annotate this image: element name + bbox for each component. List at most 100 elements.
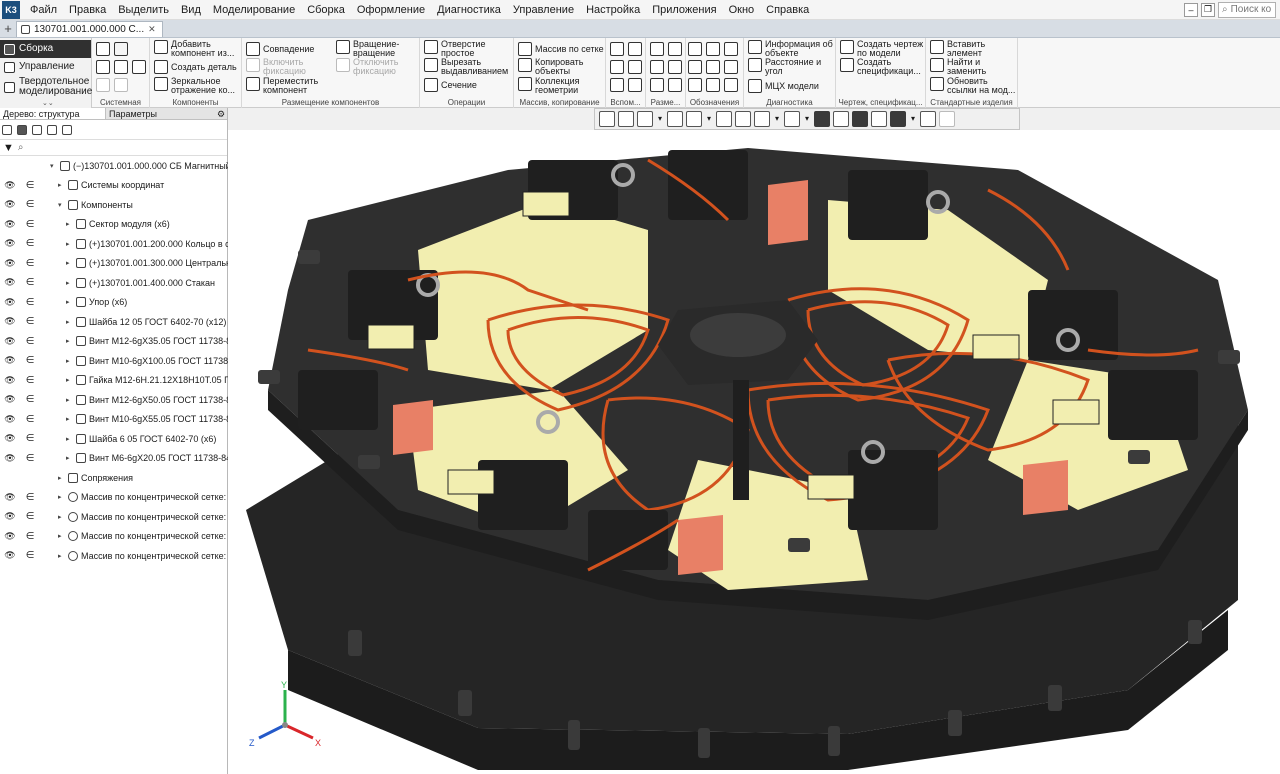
expand-icon[interactable]: ▸ bbox=[58, 181, 65, 189]
menu-assembly[interactable]: Сборка bbox=[301, 0, 351, 20]
collapse-icon[interactable]: ▾ bbox=[50, 162, 57, 170]
close-tab-icon[interactable]: ✕ bbox=[148, 24, 156, 35]
tree-node[interactable]: 👁 ∈ ▸ Массив по концентрической сетке: bbox=[0, 488, 228, 508]
pan-icon[interactable] bbox=[667, 111, 683, 127]
include-icon[interactable]: ∈ bbox=[24, 355, 36, 366]
tree-node[interactable]: ▾ (−)130701.001.000.000 СБ Магнитный м bbox=[0, 156, 228, 176]
gear-icon[interactable]: ⚙ bbox=[215, 108, 227, 119]
radial-dim-icon[interactable] bbox=[650, 60, 664, 74]
grid-array-button[interactable]: Массив по сетке bbox=[518, 42, 604, 56]
tree-node[interactable]: 👁 ∈ ▸ Массив по концентрической сетке: bbox=[0, 507, 228, 527]
perspective-icon[interactable] bbox=[784, 111, 800, 127]
visibility-eye-icon[interactable]: 👁 bbox=[4, 531, 16, 542]
tab-parameters[interactable]: Параметры bbox=[106, 108, 160, 119]
object-info-button[interactable]: Информация об объекте bbox=[748, 40, 837, 58]
tree-node[interactable]: 👁 ∈ ▸ Винт М10-6gX55.05 ГОСТ 11738-84 bbox=[0, 410, 228, 430]
mass-properties-button[interactable]: МЦХ модели bbox=[748, 79, 819, 93]
ribbon-tab-assembly[interactable]: Сборка bbox=[0, 40, 91, 58]
expand-icon[interactable]: ▸ bbox=[66, 318, 73, 326]
tree-node[interactable]: 👁 ∈ ▾ Компоненты bbox=[0, 195, 228, 215]
base-icon[interactable] bbox=[688, 60, 702, 74]
section-view-icon[interactable] bbox=[833, 111, 849, 127]
include-icon[interactable]: ∈ bbox=[24, 316, 36, 327]
tree-node[interactable]: 👁 ∈ ▸ (+)130701.001.400.000 Стакан bbox=[0, 273, 228, 293]
save-icon[interactable] bbox=[132, 60, 146, 74]
perspective-dropdown-icon[interactable]: ▾ bbox=[803, 111, 811, 127]
expand-icon[interactable]: ▸ bbox=[66, 435, 73, 443]
weld-icon[interactable] bbox=[688, 78, 702, 92]
expand-icon[interactable]: ▸ bbox=[66, 259, 73, 267]
expand-icon[interactable]: ▸ bbox=[66, 357, 73, 365]
copy-objects-button[interactable]: Копировать объекты bbox=[518, 58, 591, 76]
include-icon[interactable]: ∈ bbox=[24, 433, 36, 444]
line-icon[interactable] bbox=[628, 60, 642, 74]
zoom-icon[interactable] bbox=[637, 111, 653, 127]
visibility-eye-icon[interactable]: 👁 bbox=[4, 258, 16, 269]
tree-node[interactable]: 👁 ∈ ▸ Винт М6-6gX20.05 ГОСТ 11738-84 ( bbox=[0, 449, 228, 469]
visibility-eye-icon[interactable]: 👁 bbox=[4, 550, 16, 561]
tree-node[interactable]: 👁 ∈ ▸ Винт М12-6gX35.05 ГОСТ 11738-84 bbox=[0, 332, 228, 352]
menu-help[interactable]: Справка bbox=[760, 0, 815, 20]
include-icon[interactable]: ∈ bbox=[24, 219, 36, 230]
create-drawing-button[interactable]: Создать чертеж по модели bbox=[840, 40, 925, 58]
tolerance-icon[interactable] bbox=[724, 42, 738, 56]
filter-icon[interactable]: ▼ bbox=[3, 142, 14, 154]
expand-icon[interactable]: ▸ bbox=[66, 454, 73, 462]
tree-view-icon[interactable] bbox=[32, 124, 42, 135]
cut-line-icon[interactable] bbox=[706, 78, 720, 92]
rotation-rotation-button[interactable]: Вращение-вращение bbox=[336, 40, 419, 58]
point-icon[interactable] bbox=[610, 60, 624, 74]
include-icon[interactable]: ∈ bbox=[24, 375, 36, 386]
tree-node[interactable]: 👁 ∈ ▸ Шайба 6 05 ГОСТ 6402-70 (x6) bbox=[0, 429, 228, 449]
chamfer-dim-icon[interactable] bbox=[668, 78, 682, 92]
tree-node[interactable]: 👁 ∈ ▸ Шайба 12 05 ГОСТ 6402-70 (x12) bbox=[0, 312, 228, 332]
menu-management[interactable]: Управление bbox=[507, 0, 580, 20]
expand-icon[interactable]: ▸ bbox=[66, 279, 73, 287]
ribbon-tab-management[interactable]: Управление bbox=[0, 58, 91, 76]
insert-element-button[interactable]: Вставить элемент bbox=[930, 40, 1013, 58]
include-icon[interactable]: ∈ bbox=[24, 238, 36, 249]
preview-icon[interactable] bbox=[114, 60, 128, 74]
hide-icon[interactable] bbox=[754, 111, 770, 127]
include-icon[interactable]: ∈ bbox=[24, 199, 36, 210]
position-icon[interactable] bbox=[706, 60, 720, 74]
wireframe-icon[interactable] bbox=[735, 111, 751, 127]
linear-dim-icon[interactable] bbox=[650, 42, 664, 56]
tree-node[interactable]: 👁 ∈ ▸ Сектор модуля (x6) bbox=[0, 215, 228, 235]
simple-hole-button[interactable]: Отверстие простое bbox=[424, 40, 511, 58]
angular-dim-icon[interactable] bbox=[668, 42, 682, 56]
orientation-icon[interactable] bbox=[599, 111, 615, 127]
visibility-eye-icon[interactable]: 👁 bbox=[4, 433, 16, 444]
include-icon[interactable]: ∈ bbox=[24, 394, 36, 405]
mark-icon[interactable] bbox=[724, 60, 738, 74]
menu-design[interactable]: Оформление bbox=[351, 0, 431, 20]
shaded-icon[interactable] bbox=[716, 111, 732, 127]
standard-views-icon[interactable] bbox=[618, 111, 634, 127]
axis-icon[interactable] bbox=[628, 42, 642, 56]
rotate-dropdown-icon[interactable]: ▾ bbox=[705, 111, 713, 127]
new-doc-icon[interactable] bbox=[96, 42, 110, 56]
tree-node[interactable]: 👁 ∈ ▸ Массив по концентрической сетке: bbox=[0, 546, 228, 566]
sketch-icon[interactable] bbox=[628, 78, 642, 92]
include-icon[interactable]: ∈ bbox=[24, 414, 36, 425]
include-icon[interactable]: ∈ bbox=[24, 277, 36, 288]
diameter-dim-icon[interactable] bbox=[668, 60, 682, 74]
expand-icon[interactable]: ▸ bbox=[66, 240, 73, 248]
tree-node[interactable]: 👁 ∈ ▸ Массив по концентрической сетке: bbox=[0, 527, 228, 547]
plane-icon[interactable] bbox=[610, 42, 624, 56]
visibility-eye-icon[interactable]: 👁 bbox=[4, 336, 16, 347]
filter-icon[interactable] bbox=[890, 111, 906, 127]
restore-icon[interactable]: ❐ bbox=[1201, 2, 1215, 17]
tree-node[interactable]: 👁 ∈ ▸ Системы координат bbox=[0, 176, 228, 196]
menu-window[interactable]: Окно bbox=[723, 0, 761, 20]
search-input[interactable]: ⌕ Поиск ко bbox=[1218, 1, 1276, 18]
section-button[interactable]: Сечение bbox=[424, 78, 477, 92]
document-tab[interactable]: 130701.001.000.000 С... ✕ bbox=[16, 21, 163, 37]
visibility-eye-icon[interactable]: 👁 bbox=[4, 277, 16, 288]
visibility-eye-icon[interactable]: 👁 bbox=[4, 414, 16, 425]
open-doc-icon[interactable] bbox=[114, 42, 128, 56]
tree-mode-icon[interactable] bbox=[2, 124, 12, 135]
filter-dropdown-icon[interactable]: ▾ bbox=[909, 111, 917, 127]
tree-node[interactable]: 👁 ∈ ▸ (+)130701.001.200.000 Кольцо в сбо bbox=[0, 234, 228, 254]
add-component-button[interactable]: Добавить компонент из... bbox=[154, 40, 243, 58]
